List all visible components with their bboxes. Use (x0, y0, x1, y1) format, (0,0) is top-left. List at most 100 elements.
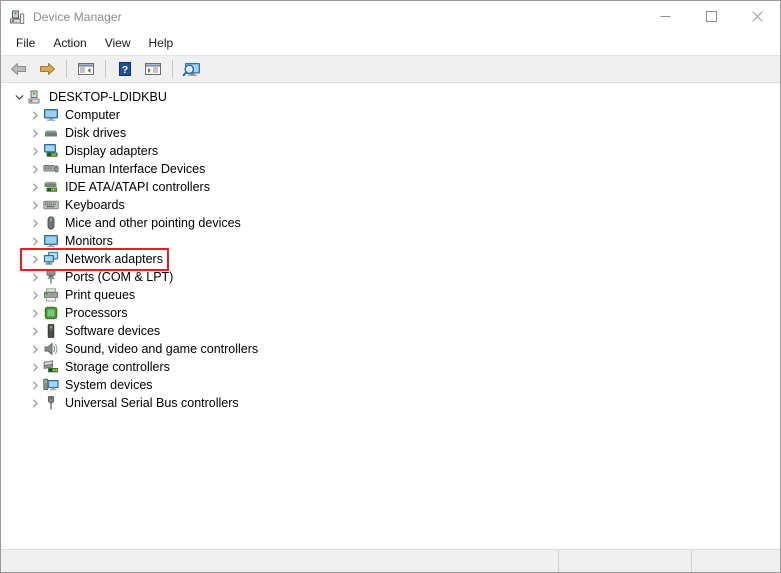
tree-item-processors[interactable]: Processors (1, 304, 780, 322)
tree-item-mice-and-other-pointing-devices-label: Mice and other pointing devices (65, 216, 241, 230)
device-tree[interactable]: DESKTOP-LDIDKBU Computer Disk drives Dis… (1, 83, 780, 549)
chevron-right-icon[interactable] (27, 178, 43, 196)
tree-item-human-interface-devices-label: Human Interface Devices (65, 162, 206, 176)
show-hide-console-tree-button[interactable] (72, 56, 100, 82)
menu-view[interactable]: View (96, 34, 140, 53)
tree-item-print-queues-label: Print queues (65, 288, 136, 302)
chevron-right-icon[interactable] (27, 286, 43, 304)
tree-item-ide-ata-atapi-controllers[interactable]: IDE ATA/ATAPI controllers (1, 178, 780, 196)
minimize-button[interactable] (642, 1, 688, 32)
tree-item-root-label: DESKTOP-LDIDKBU (49, 90, 167, 104)
chevron-right-icon[interactable] (27, 214, 43, 232)
toolbar-separator-1 (66, 60, 67, 78)
menu-bar: File Action View Help (1, 32, 780, 56)
forward-arrow-icon (40, 63, 55, 75)
console-tree-icon (78, 63, 94, 75)
chevron-right-icon[interactable] (27, 268, 43, 286)
tree-item-keyboards-label: Keyboards (65, 198, 125, 212)
mouse-icon (43, 215, 59, 231)
tree-item-computer[interactable]: Computer (1, 106, 780, 124)
chevron-right-icon[interactable] (27, 394, 43, 412)
tree-item-print-queues[interactable]: Print queues (1, 286, 780, 304)
chevron-right-icon[interactable] (27, 250, 43, 268)
chevron-right-icon[interactable] (27, 340, 43, 358)
network-adapter-icon (43, 251, 59, 267)
minimize-icon (660, 16, 670, 17)
tree-item-computer-label: Computer (65, 108, 120, 122)
tree-item-keyboards[interactable]: Keyboards (1, 196, 780, 214)
properties-icon (145, 63, 161, 75)
toolbar-separator-3 (172, 60, 173, 78)
toolbar: ? (1, 56, 780, 83)
scan-hardware-icon (182, 62, 200, 76)
chevron-right-icon[interactable] (27, 232, 43, 250)
maximize-icon (705, 11, 717, 22)
tree-item-human-interface-devices[interactable]: Human Interface Devices (1, 160, 780, 178)
help-question-icon: ? (119, 62, 131, 76)
maximize-button[interactable] (688, 1, 734, 32)
window-title: Device Manager (33, 9, 122, 24)
system-device-icon (43, 377, 59, 393)
tree-item-monitors-label: Monitors (65, 234, 113, 248)
tree-item-storage-controllers-label: Storage controllers (65, 360, 170, 374)
tree-item-network-adapters[interactable]: Network adapters (1, 250, 780, 268)
menu-help[interactable]: Help (140, 34, 183, 53)
usb-icon (43, 395, 59, 411)
computer-root-icon (27, 89, 43, 105)
caption-button-group (642, 1, 780, 32)
ide-controller-icon (43, 179, 59, 195)
close-button[interactable] (734, 1, 780, 32)
tree-item-system-devices-label: System devices (65, 378, 153, 392)
storage-controller-icon (43, 359, 59, 375)
tree-item-system-devices[interactable]: System devices (1, 376, 780, 394)
tree-item-software-devices[interactable]: Software devices (1, 322, 780, 340)
tree-item-mice-and-other-pointing-devices[interactable]: Mice and other pointing devices (1, 214, 780, 232)
tree-item-storage-controllers[interactable]: Storage controllers (1, 358, 780, 376)
chevron-right-icon[interactable] (27, 322, 43, 340)
toolbar-separator-2 (105, 60, 106, 78)
title-bar: Device Manager (1, 1, 780, 32)
tree-item-universal-serial-bus-controllers[interactable]: Universal Serial Bus controllers (1, 394, 780, 412)
status-bar (1, 549, 780, 572)
chevron-right-icon[interactable] (27, 124, 43, 142)
disk-drive-icon (43, 125, 59, 141)
chevron-right-icon[interactable] (27, 196, 43, 214)
hid-icon (43, 161, 59, 177)
chevron-down-icon[interactable] (11, 88, 27, 106)
menu-action[interactable]: Action (44, 34, 95, 53)
tree-item-ports-com-and-lpt[interactable]: Ports (COM & LPT) (1, 268, 780, 286)
chevron-right-icon[interactable] (27, 376, 43, 394)
speaker-icon (43, 341, 59, 357)
scan-for-hardware-changes-button[interactable] (178, 56, 206, 82)
back-button[interactable] (5, 56, 33, 82)
chevron-right-icon[interactable] (27, 160, 43, 178)
menu-file[interactable]: File (7, 34, 44, 53)
display-adapter-icon (43, 143, 59, 159)
chevron-right-icon[interactable] (27, 304, 43, 322)
tree-item-sound-video-and-game-controllers[interactable]: Sound, video and game controllers (1, 340, 780, 358)
port-plug-icon (43, 269, 59, 285)
status-pane-tertiary (692, 550, 780, 572)
chevron-right-icon[interactable] (27, 106, 43, 124)
properties-button[interactable] (139, 56, 167, 82)
close-icon (751, 11, 763, 22)
tree-item-display-adapters[interactable]: Display adapters (1, 142, 780, 160)
tree-item-root[interactable]: DESKTOP-LDIDKBU (1, 88, 780, 106)
chevron-right-icon[interactable] (27, 358, 43, 376)
tree-item-network-adapters-label: Network adapters (65, 252, 163, 266)
status-pane-main (1, 550, 559, 572)
software-device-icon (43, 323, 59, 339)
tree-item-monitors[interactable]: Monitors (1, 232, 780, 250)
tree-item-processors-label: Processors (65, 306, 128, 320)
tree-item-software-devices-label: Software devices (65, 324, 161, 338)
chevron-right-icon[interactable] (27, 142, 43, 160)
status-pane-secondary (559, 550, 692, 572)
help-button[interactable]: ? (111, 56, 139, 82)
tree-item-ports-com-and-lpt-label: Ports (COM & LPT) (65, 270, 174, 284)
device-manager-icon (9, 9, 25, 25)
device-manager-window: Device Manager File Action View Help ? D… (0, 0, 781, 573)
tree-item-sound-video-and-game-controllers-label: Sound, video and game controllers (65, 342, 259, 356)
forward-button[interactable] (33, 56, 61, 82)
tree-item-disk-drives[interactable]: Disk drives (1, 124, 780, 142)
back-arrow-icon (11, 63, 26, 75)
